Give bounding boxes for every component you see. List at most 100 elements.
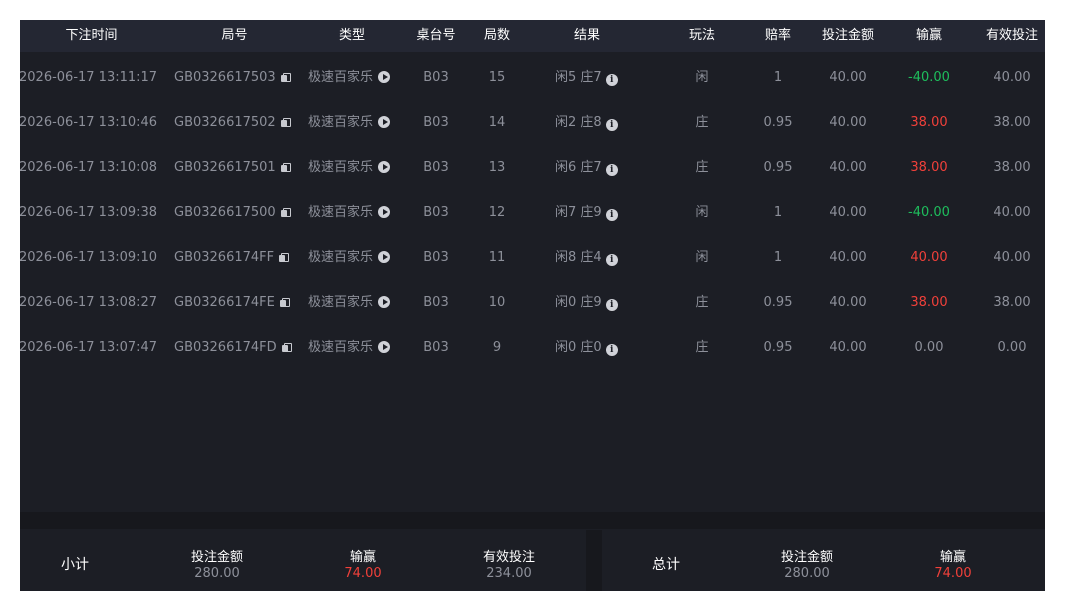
play-icon[interactable] bbox=[378, 206, 391, 218]
cell-round-no: 15 bbox=[469, 55, 525, 100]
total-win-label: 输赢 bbox=[939, 550, 966, 565]
cell-bet-amount-text: 40.00 bbox=[829, 70, 867, 85]
cell-type: 极速百家乐 bbox=[308, 100, 408, 145]
copy-icon[interactable] bbox=[280, 163, 291, 172]
cell-play: 庄 bbox=[672, 325, 732, 370]
cell-valid-bet-text: 38.00 bbox=[993, 295, 1031, 310]
cell-win-loss: -40.00 bbox=[889, 55, 969, 100]
info-icon[interactable]: i bbox=[605, 344, 618, 356]
cell-odds-text: 0.95 bbox=[763, 115, 793, 130]
cell-result: 闲5 庄7 i bbox=[555, 55, 635, 100]
cell-bet-time: 2026-06-17 13:10:46 bbox=[20, 100, 165, 145]
table-row: 2026-06-17 13:09:10 GB03266174FF 极速百家乐 B03 1… bbox=[20, 235, 1045, 280]
header-round-id: 局号 bbox=[221, 28, 248, 43]
copy-icon[interactable] bbox=[280, 73, 291, 82]
cell-type-text: 极速百家乐 bbox=[308, 250, 374, 265]
cell-result: 闲0 庄9 i bbox=[555, 280, 635, 325]
cell-win-loss-text: 38.00 bbox=[910, 115, 948, 130]
cell-odds: 0.95 bbox=[748, 100, 808, 145]
cell-bet-amount: 40.00 bbox=[808, 190, 888, 235]
cell-round-no: 12 bbox=[469, 190, 525, 235]
cell-round-id-text: GB03266174FD bbox=[174, 340, 277, 355]
header-odds: 赔率 bbox=[764, 28, 791, 43]
cell-table-no: B03 bbox=[408, 145, 464, 190]
cell-round-no: 9 bbox=[469, 325, 525, 370]
cell-round-no-text: 15 bbox=[488, 70, 506, 85]
cell-bet-time: 2026-06-17 13:08:27 bbox=[20, 280, 165, 325]
cell-win-loss: 0.00 bbox=[889, 325, 969, 370]
copy-icon[interactable] bbox=[280, 208, 291, 217]
table-row: 2026-06-17 13:10:08 GB0326617501 极速百家乐 B03 1… bbox=[20, 145, 1045, 190]
cell-play: 庄 bbox=[672, 145, 732, 190]
cell-result: 闲8 庄4 i bbox=[555, 235, 635, 280]
cell-win-loss-text: -40.00 bbox=[908, 70, 950, 85]
cell-table-no: B03 bbox=[408, 100, 464, 145]
info-icon[interactable]: i bbox=[605, 254, 618, 266]
cell-odds: 1 bbox=[748, 55, 808, 100]
cell-round-id: GB0326617502 bbox=[174, 100, 299, 145]
cell-bet-amount: 40.00 bbox=[808, 145, 888, 190]
info-icon[interactable]: i bbox=[605, 299, 618, 311]
play-icon[interactable] bbox=[378, 71, 391, 83]
cell-round-id-text: GB03266174FE bbox=[174, 295, 275, 310]
cell-bet-time-text: 2026-06-17 13:08:27 bbox=[20, 295, 158, 310]
play-icon[interactable] bbox=[378, 251, 391, 263]
copy-icon[interactable] bbox=[279, 298, 290, 307]
cell-bet-amount: 40.00 bbox=[808, 100, 888, 145]
header-bet-amount: 投注金额 bbox=[821, 28, 874, 43]
cell-valid-bet: 38.00 bbox=[971, 100, 1045, 145]
cell-valid-bet-text: 40.00 bbox=[993, 70, 1031, 85]
copy-icon[interactable] bbox=[281, 343, 292, 352]
cell-table-no-text: B03 bbox=[423, 340, 449, 355]
subtotal-bet-value: 280.00 bbox=[194, 566, 240, 581]
subtotal-title: 小计 bbox=[61, 557, 89, 573]
cell-table-no: B03 bbox=[408, 55, 464, 100]
cell-round-no: 13 bbox=[469, 145, 525, 190]
cell-win-loss-text: -40.00 bbox=[908, 205, 950, 220]
cell-play-text: 庄 bbox=[695, 340, 709, 355]
header-valid-bet: 有效投注 bbox=[985, 28, 1038, 43]
info-icon[interactable]: i bbox=[605, 74, 618, 86]
info-icon[interactable]: i bbox=[605, 164, 618, 176]
cell-bet-time-text: 2026-06-17 13:10:08 bbox=[20, 160, 158, 175]
cell-round-no-text: 14 bbox=[488, 115, 506, 130]
cell-round-id-text: GB03266174FF bbox=[174, 250, 275, 265]
cell-table-no-text: B03 bbox=[423, 205, 449, 220]
cell-round-no-text: 10 bbox=[488, 295, 506, 310]
info-icon[interactable]: i bbox=[605, 209, 618, 221]
cell-valid-bet: 40.00 bbox=[971, 55, 1045, 100]
play-icon[interactable] bbox=[378, 341, 391, 353]
cell-bet-time-text: 2026-06-17 13:09:38 bbox=[20, 205, 158, 220]
cell-round-id: GB03266174FE bbox=[174, 280, 299, 325]
cell-round-no: 11 bbox=[469, 235, 525, 280]
cell-valid-bet-text: 0.00 bbox=[997, 340, 1027, 355]
play-icon[interactable] bbox=[378, 161, 391, 173]
cell-round-no-text: 12 bbox=[488, 205, 506, 220]
cell-round-no-text: 11 bbox=[488, 250, 506, 265]
subtotal-valid-label: 有效投注 bbox=[482, 550, 535, 565]
cell-type: 极速百家乐 bbox=[308, 55, 408, 100]
header-round-no: 局数 bbox=[483, 28, 510, 43]
cell-round-no: 14 bbox=[469, 100, 525, 145]
info-icon[interactable]: i bbox=[605, 119, 618, 131]
copy-icon[interactable] bbox=[279, 253, 290, 262]
total-bet-label: 投注金额 bbox=[780, 550, 833, 565]
cell-bet-time-text: 2026-06-17 13:07:47 bbox=[20, 340, 158, 355]
subtotal-win-label: 输赢 bbox=[349, 550, 376, 565]
header-table-no: 桌台号 bbox=[416, 28, 456, 43]
cell-round-no: 10 bbox=[469, 280, 525, 325]
cell-table-no-text: B03 bbox=[423, 250, 449, 265]
cell-odds-text: 1 bbox=[773, 70, 783, 85]
cell-valid-bet: 38.00 bbox=[971, 145, 1045, 190]
cell-table-no-text: B03 bbox=[423, 295, 449, 310]
cell-result: 闲7 庄9 i bbox=[555, 190, 635, 235]
play-icon[interactable] bbox=[378, 116, 391, 128]
header-bet-time: 下注时间 bbox=[65, 28, 118, 43]
play-icon[interactable] bbox=[378, 296, 391, 308]
cell-round-id: GB0326617501 bbox=[174, 145, 299, 190]
cell-odds: 1 bbox=[748, 235, 808, 280]
cell-play: 庄 bbox=[672, 280, 732, 325]
copy-icon[interactable] bbox=[280, 118, 291, 127]
cell-table-no-text: B03 bbox=[423, 115, 449, 130]
cell-play-text: 闲 bbox=[695, 250, 709, 265]
